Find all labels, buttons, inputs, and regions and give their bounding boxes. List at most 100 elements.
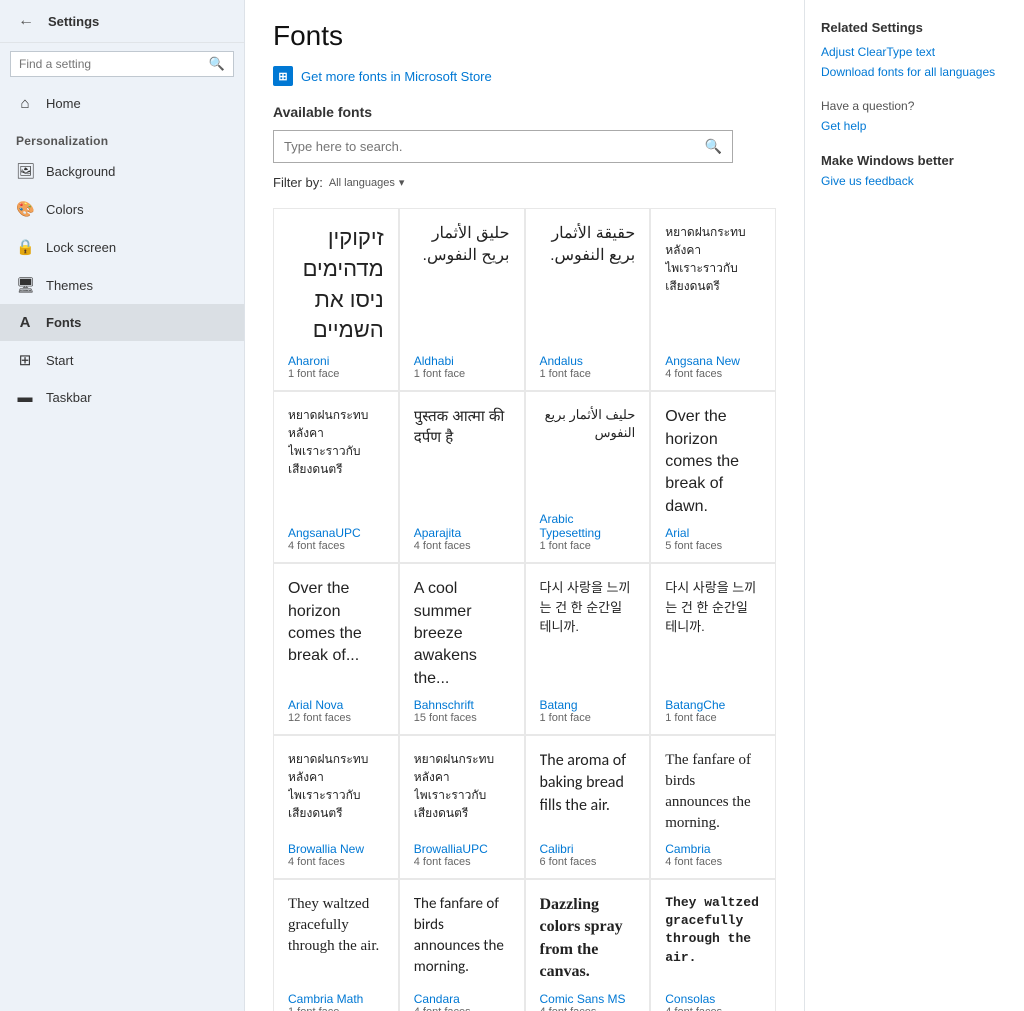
font-card-cambria-math[interactable]: They waltzed gracefully through the air.… [273,879,399,1011]
sidebar-item-colors[interactable]: 🎨 Colors [0,190,244,228]
font-name[interactable]: Angsana New [665,354,761,368]
font-card-aparajita[interactable]: पुस्तक आत्मा कीदर्पण है Aparajita 4 font… [399,391,525,563]
get-help-link[interactable]: Get help [821,119,1008,133]
font-name[interactable]: Consolas [665,992,761,1006]
search-input[interactable] [19,57,209,71]
font-faces: 15 font faces [414,712,510,724]
cleartype-link[interactable]: Adjust ClearType text [821,45,1008,59]
font-faces: 5 font faces [665,540,761,552]
font-preview: หยาดฝนกระทบหลังคาไพเราะราวกับเสียงดนตรี [288,750,384,834]
related-settings-title: Related Settings [821,20,1008,35]
font-card-browallia-upc[interactable]: หยาดฝนกระทบหลังคาไพเราะราวกับเสียงดนตรี … [399,735,525,879]
font-card-arabic-typesetting[interactable]: حليف الأثمار بريع النفوس Arabic Typesett… [525,391,651,563]
personalization-section-label: Personalization [0,122,244,152]
ms-store-icon: ⊞ [273,66,293,86]
font-card-consolas[interactable]: They waltzed gracefully through the air.… [650,879,776,1011]
sidebar-item-taskbar[interactable]: ▬ Taskbar [0,379,244,416]
make-windows-section: Make Windows better Give us feedback [821,153,1008,188]
font-faces: 12 font faces [288,712,384,724]
font-name[interactable]: Arial Nova [288,698,384,712]
filter-value: All languages [329,177,395,189]
nav-home[interactable]: ⌂ Home [0,85,244,122]
sidebar-item-themes[interactable]: 🖥 Themes [0,266,244,304]
font-faces: 1 font face [288,368,384,380]
font-card-cambria[interactable]: The fanfare of birds announces the morni… [650,735,776,879]
font-faces: 1 font face [540,368,636,380]
ms-store-link-row: ⊞ Get more fonts in Microsoft Store [273,66,776,86]
font-name[interactable]: Cambria Math [288,992,384,1006]
filter-dropdown[interactable]: All languages ▾ [329,176,405,189]
settings-search-box[interactable]: 🔍 [10,51,234,77]
font-name[interactable]: Bahnschrift [414,698,510,712]
font-search-box[interactable]: 🔍 [273,130,733,163]
font-card-aldhabi[interactable]: حليق الأثمار بريح النفوس. Aldhabi 1 font… [399,208,525,391]
font-card-aharoni[interactable]: זיקוקין מדהימיםניסו את השמיים Aharoni 1 … [273,208,399,391]
font-name[interactable]: Arial [665,526,761,540]
font-name[interactable]: BrowalliaUPC [414,842,510,856]
background-icon: 🖼 [16,162,34,180]
font-preview: 다시 사랑을 느끼는 건 한 순간일 테니까. [540,578,636,690]
sidebar-item-lock-screen-label: Lock screen [46,240,116,255]
font-card-andalus[interactable]: حقيقة الأثمار بريع النفوس. Andalus 1 fon… [525,208,651,391]
font-name[interactable]: Aparajita [414,526,510,540]
font-name[interactable]: Cambria [665,842,761,856]
font-card-calibri[interactable]: The aroma of baking bread fills the air.… [525,735,651,879]
feedback-link[interactable]: Give us feedback [821,174,1008,188]
font-search-input[interactable] [274,132,695,161]
font-faces: 4 font faces [414,856,510,868]
font-name[interactable]: Browallia New [288,842,384,856]
font-preview: A cool summer breeze awakens the... [414,578,510,690]
font-preview: They waltzed gracefully through the air. [288,894,384,984]
font-card-angsana-upc[interactable]: หยาดฝนกระทบหลังคาไพเราะราวกับเสียงดนตรี … [273,391,399,563]
sidebar-item-themes-label: Themes [46,278,93,293]
back-button[interactable]: ← [12,10,40,32]
sidebar-item-background[interactable]: 🖼 Background [0,152,244,190]
sidebar-item-fonts[interactable]: A Fonts [0,304,244,341]
font-name[interactable]: Batang [540,698,636,712]
start-icon: ⊞ [16,351,34,369]
font-faces: 6 font faces [540,856,636,868]
font-faces: 1 font face [288,1006,384,1011]
sidebar-item-start[interactable]: ⊞ Start [0,341,244,379]
make-windows-title: Make Windows better [821,153,1008,168]
related-settings-section: Related Settings Adjust ClearType text D… [821,20,1008,79]
colors-icon: 🎨 [16,200,34,218]
font-name[interactable]: Andalus [540,354,636,368]
font-name[interactable]: Aldhabi [414,354,510,368]
font-card-batang[interactable]: 다시 사랑을 느끼는 건 한 순간일 테니까. Batang 1 font fa… [525,563,651,735]
download-fonts-link[interactable]: Download fonts for all languages [821,65,1008,79]
ms-store-link[interactable]: Get more fonts in Microsoft Store [301,69,492,84]
font-preview: זיקוקין מדהימיםניסו את השמיים [288,223,384,346]
fonts-icon: A [16,314,34,331]
font-preview: The fanfare of birds announces the morni… [414,894,510,984]
font-preview: หยาดฝนกระทบหลังคาไพเราะราวกับเสียงดนตรี [665,223,761,346]
sidebar-header: ← Settings [0,0,244,43]
font-preview: หยาดฝนกระทบหลังคาไพเราะราวกับเสียงดนตรี [288,406,384,518]
font-name[interactable]: Calibri [540,842,636,856]
font-card-batangche[interactable]: 다시 사랑을 느끼는 건 한 순간일 테니까. BatangChe 1 font… [650,563,776,735]
font-name[interactable]: Comic Sans MS [540,992,636,1006]
font-card-bahnschrift[interactable]: A cool summer breeze awakens the... Bahn… [399,563,525,735]
font-card-browallia-new[interactable]: หยาดฝนกระทบหลังคาไพเราะราวกับเสียงดนตรี … [273,735,399,879]
search-icon: 🔍 [209,56,225,72]
font-card-arial-nova[interactable]: Over the horizon comes the break of... A… [273,563,399,735]
font-card-angsana-new[interactable]: หยาดฝนกระทบหลังคาไพเราะราวกับเสียงดนตรี … [650,208,776,391]
home-icon: ⌂ [16,95,34,112]
have-question-section: Have a question? Get help [821,99,1008,133]
font-faces: 1 font face [414,368,510,380]
font-faces: 1 font face [540,712,636,724]
sidebar-item-lock-screen[interactable]: 🔒 Lock screen [0,228,244,266]
font-name[interactable]: BatangChe [665,698,761,712]
font-name[interactable]: Arabic Typesetting [540,512,636,540]
font-preview: 다시 사랑을 느끼는 건 한 순간일 테니까. [665,578,761,690]
font-name[interactable]: Aharoni [288,354,384,368]
font-name[interactable]: Candara [414,992,510,1006]
font-faces: 4 font faces [665,368,761,380]
font-name[interactable]: AngsanaUPC [288,526,384,540]
font-card-comic-sans[interactable]: Dazzling colors spray from the canvas. C… [525,879,651,1011]
font-preview: Over the horizon comes the break of... [288,578,384,690]
font-card-arial[interactable]: Over the horizon comes the break of dawn… [650,391,776,563]
sidebar-item-start-label: Start [46,353,73,368]
font-card-candara[interactable]: The fanfare of birds announces the morni… [399,879,525,1011]
main-content: Fonts ⊞ Get more fonts in Microsoft Stor… [245,0,804,1011]
